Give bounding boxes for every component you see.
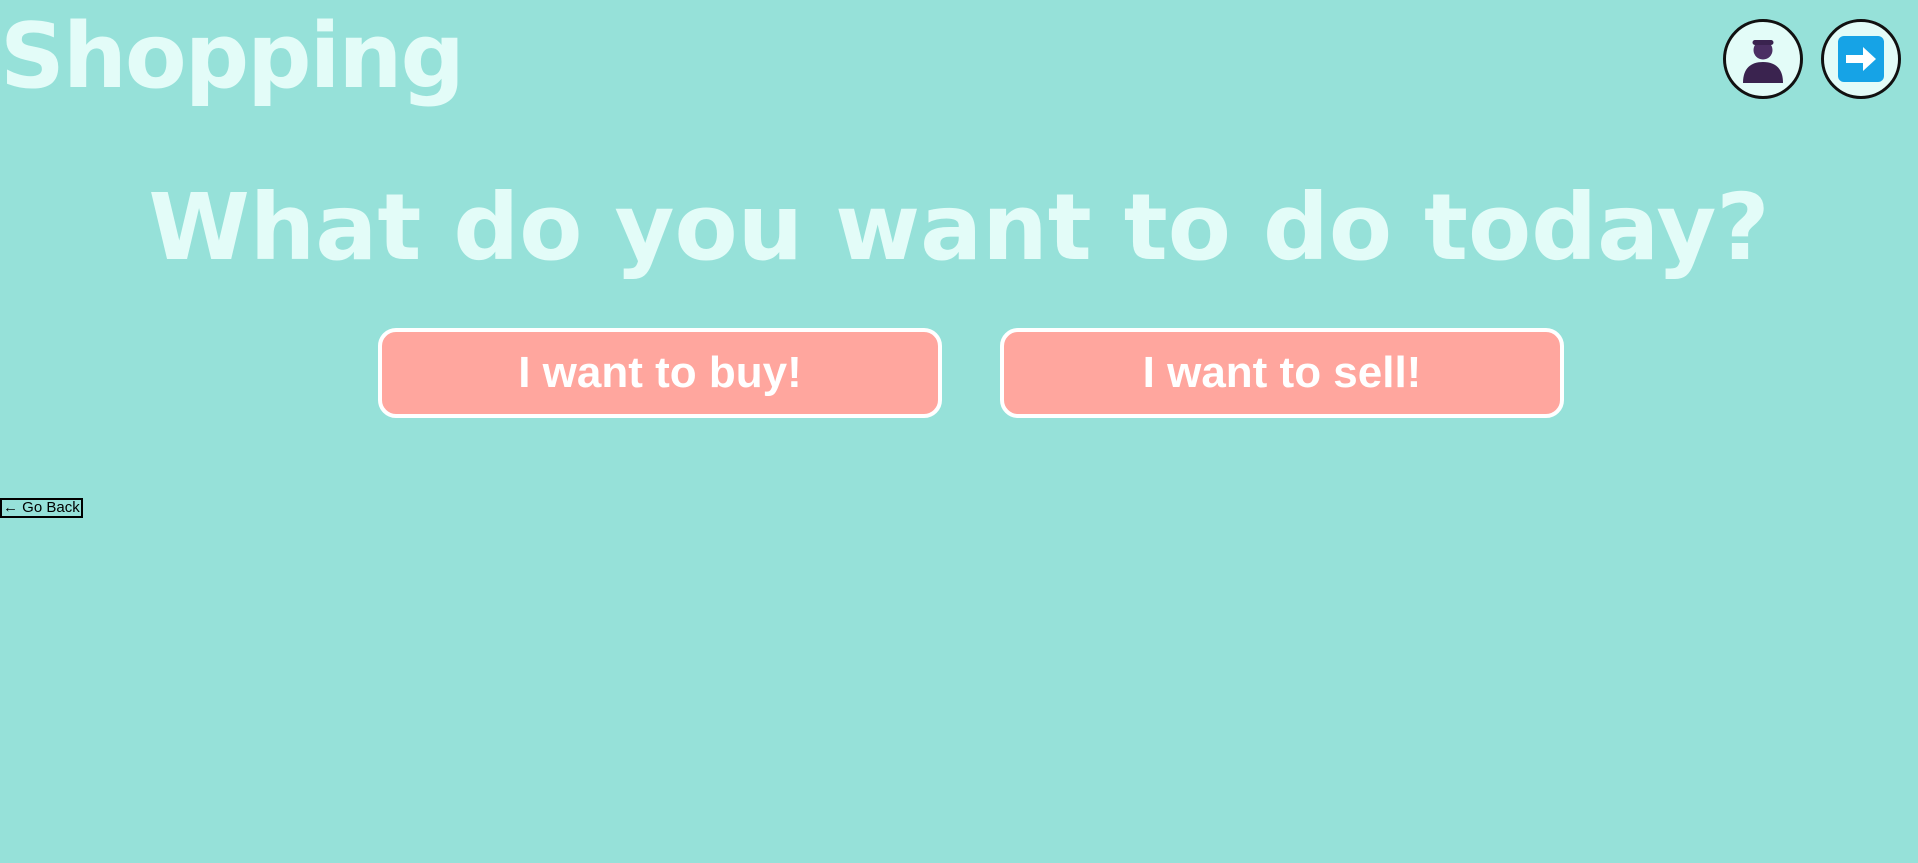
app-title: Shopping xyxy=(0,4,465,109)
go-back-button[interactable]: ← Go Back xyxy=(0,498,83,518)
profile-button[interactable] xyxy=(1723,19,1803,99)
user-avatar-icon xyxy=(1743,40,1783,83)
arrow-right-icon xyxy=(1838,36,1884,82)
logout-button[interactable] xyxy=(1821,19,1901,99)
choice-buttons: I want to buy! I want to sell! xyxy=(378,328,1564,418)
buy-button[interactable]: I want to buy! xyxy=(378,328,942,418)
page-headline: What do you want to do today? xyxy=(148,174,1770,281)
header-actions xyxy=(1723,19,1901,99)
sell-button[interactable]: I want to sell! xyxy=(1000,328,1564,418)
